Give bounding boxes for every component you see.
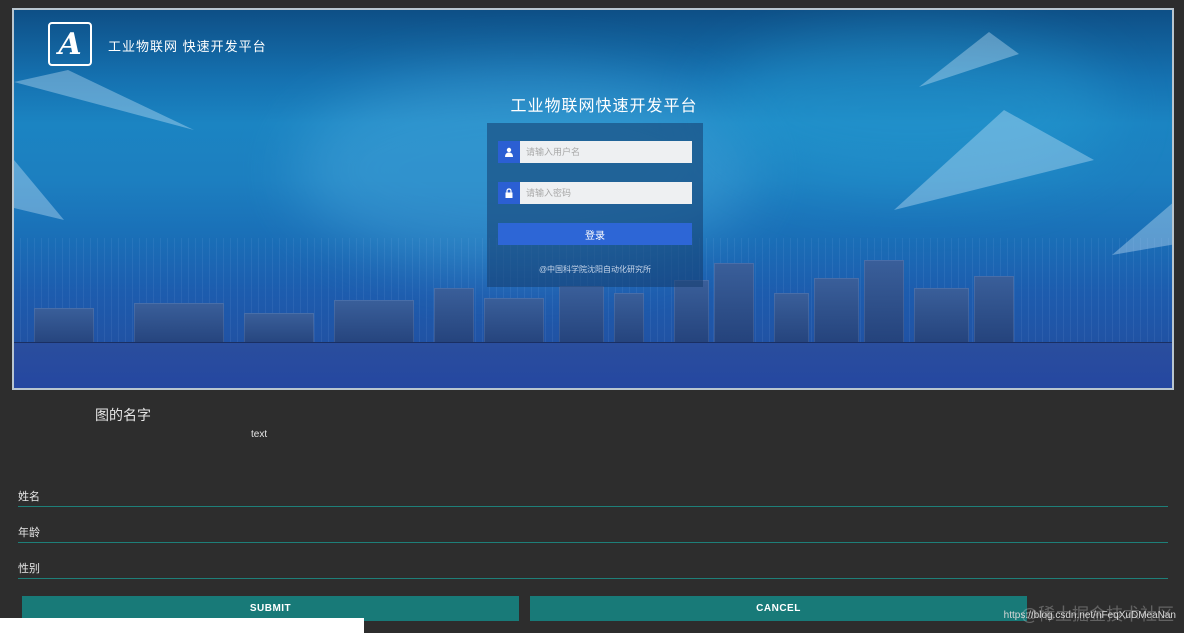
building bbox=[974, 276, 1014, 348]
building bbox=[864, 260, 904, 348]
building bbox=[334, 300, 414, 348]
building bbox=[484, 298, 544, 348]
password-input[interactable] bbox=[520, 182, 692, 204]
username-field bbox=[498, 141, 692, 163]
brand-logo: A bbox=[48, 22, 92, 66]
copyright-text: @中国科学院沈阳自动化研究所 bbox=[538, 265, 652, 274]
brand-title: 工业物联网 快速开发平台 bbox=[108, 39, 267, 54]
figure-caption: 图的名字 bbox=[95, 407, 151, 423]
white-strip bbox=[0, 618, 364, 633]
light-shard bbox=[14, 160, 64, 220]
username-input[interactable] bbox=[520, 141, 692, 163]
age-input[interactable] bbox=[58, 524, 1168, 542]
building bbox=[674, 280, 709, 348]
building bbox=[814, 278, 859, 348]
light-shard bbox=[14, 70, 194, 130]
lock-icon bbox=[498, 182, 520, 204]
building bbox=[774, 293, 809, 348]
watermark-url: https://blog.csdn.net/nFeqXuDMeaNan bbox=[1003, 610, 1176, 621]
name-label: 姓名 bbox=[18, 491, 40, 503]
river bbox=[14, 343, 1172, 388]
login-panel: 登录 @中国科学院沈阳自动化研究所 bbox=[487, 123, 703, 287]
login-button[interactable]: 登录 bbox=[498, 223, 692, 245]
figure-text: text bbox=[251, 429, 268, 440]
building bbox=[914, 288, 969, 348]
gender-label: 性别 bbox=[18, 563, 40, 575]
building bbox=[434, 288, 474, 348]
password-field bbox=[498, 182, 692, 204]
building bbox=[614, 293, 644, 348]
cancel-button[interactable]: CANCEL bbox=[530, 596, 1027, 621]
user-icon bbox=[498, 141, 520, 163]
age-label: 年龄 bbox=[18, 527, 40, 539]
banner-image: A 工业物联网 快速开发平台 工业物联网快速开发平台 登录 @中国科学院沈阳自动… bbox=[12, 8, 1174, 390]
login-title: 工业物联网快速开发平台 bbox=[510, 98, 698, 115]
age-field: 年龄 bbox=[18, 523, 1168, 543]
name-input[interactable] bbox=[58, 488, 1168, 506]
gender-field: 性别 bbox=[18, 559, 1168, 579]
building bbox=[714, 263, 754, 348]
gender-input[interactable] bbox=[58, 560, 1168, 578]
building bbox=[559, 286, 604, 348]
name-field: 姓名 bbox=[18, 487, 1168, 507]
